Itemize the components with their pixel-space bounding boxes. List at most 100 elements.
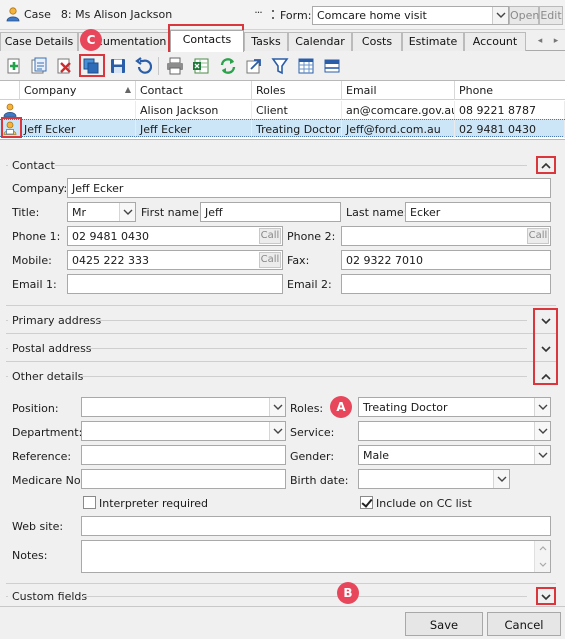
position-select[interactable]: [81, 397, 286, 417]
tab-account[interactable]: Account: [464, 32, 526, 51]
group-line: [6, 583, 556, 584]
section-title-postal-address[interactable]: Postal address: [12, 342, 92, 355]
cancel-button[interactable]: Cancel: [487, 612, 561, 636]
save-icon[interactable]: [109, 57, 127, 75]
email1-label: Email 1:: [12, 278, 57, 291]
case-title: Case 8: Ms Alison Jackson: [24, 8, 172, 21]
roles-select[interactable]: Treating Doctor: [358, 397, 551, 417]
phone1-call-button[interactable]: Call: [259, 228, 281, 244]
mobile-value: 0425 222 333: [72, 254, 149, 267]
gender-select[interactable]: Male: [358, 445, 551, 465]
group-line: [6, 320, 8, 321]
phone2-call-button[interactable]: Call: [527, 228, 549, 244]
expand-primary-address-chevron-down-icon[interactable]: [539, 314, 553, 328]
chevron-down-icon[interactable]: [269, 398, 285, 416]
service-select[interactable]: [358, 421, 551, 441]
department-label: Department:: [12, 426, 83, 439]
phone2-label: Phone 2:: [287, 230, 336, 243]
interpreter-checkbox[interactable]: [83, 496, 96, 509]
phone1-field[interactable]: 02 9481 0430 Call: [67, 226, 283, 246]
chevron-down-icon[interactable]: [534, 398, 550, 416]
save-button[interactable]: Save: [405, 612, 483, 636]
export-icon[interactable]: [245, 57, 263, 75]
layout-icon[interactable]: [323, 57, 341, 75]
chevron-down-icon[interactable]: [534, 446, 550, 464]
reference-field[interactable]: [81, 445, 286, 465]
title-label: Title:: [12, 206, 40, 219]
form-open-button[interactable]: Open: [509, 6, 539, 25]
chevron-down-icon[interactable]: [492, 7, 508, 24]
department-select[interactable]: [81, 421, 286, 441]
section-title-custom-fields[interactable]: Custom fields: [12, 590, 87, 603]
refresh-icon[interactable]: [219, 57, 237, 75]
grid-header-contact[interactable]: Contact: [136, 81, 252, 100]
first-name-field[interactable]: Jeff: [200, 202, 341, 222]
expand-custom-fields-chevron-down-icon[interactable]: [539, 590, 553, 604]
add-contact-icon[interactable]: [5, 57, 23, 75]
medicare-field[interactable]: [81, 469, 286, 489]
title-select[interactable]: Mr: [67, 202, 136, 222]
tab-estimate[interactable]: Estimate: [402, 32, 464, 51]
grid-header-email[interactable]: Email: [342, 81, 455, 100]
delete-contact-icon[interactable]: [55, 57, 73, 75]
chevron-down-icon[interactable]: [269, 422, 285, 440]
last-name-field[interactable]: Ecker: [405, 202, 551, 222]
collapse-other-details-chevron-up-icon[interactable]: [539, 370, 553, 384]
grid-header-phone[interactable]: Phone: [455, 81, 565, 100]
section-title-primary-address[interactable]: Primary address: [12, 314, 101, 327]
tab-case-details[interactable]: Case Details: [0, 32, 78, 51]
tab-calendar[interactable]: Calendar: [288, 32, 352, 51]
tab-scroll-right-icon[interactable]: ▸: [549, 32, 563, 51]
edit-contact-icon[interactable]: [30, 57, 48, 75]
email1-field[interactable]: [67, 274, 283, 294]
sort-ascending-icon: ▲: [124, 85, 131, 94]
grid-header-roles[interactable]: Roles: [252, 81, 342, 100]
cell-phone: 08 9221 8787: [455, 101, 565, 119]
case-person-icon: [6, 7, 20, 22]
person-icon: [3, 103, 17, 117]
expand-postal-address-chevron-down-icon[interactable]: [539, 342, 553, 356]
contacts-grid: Company ▲ Contact Roles Email Phone Alis…: [0, 80, 565, 140]
tab-tasks[interactable]: Tasks: [244, 32, 288, 51]
reference-label: Reference:: [12, 450, 72, 463]
collapse-contact-chevron-up-icon[interactable]: [539, 159, 553, 173]
copy-contact-icon[interactable]: [82, 57, 100, 75]
export-excel-icon[interactable]: [192, 57, 210, 75]
chevron-down-icon[interactable]: [493, 470, 509, 488]
form-edit-button[interactable]: Edit: [539, 6, 563, 25]
mobile-field[interactable]: 0425 222 333 Call: [67, 250, 283, 270]
undo-icon[interactable]: [134, 57, 152, 75]
column-chooser-icon[interactable]: [297, 57, 315, 75]
table-row[interactable]: Alison Jackson Client an@comcare.gov.au …: [0, 101, 565, 119]
chevron-down-icon[interactable]: [534, 422, 550, 440]
group-line: [6, 305, 556, 306]
website-field[interactable]: [81, 516, 551, 536]
more-options-button[interactable]: ···: [250, 7, 266, 23]
notes-textarea[interactable]: [81, 540, 551, 573]
tab-costs[interactable]: Costs: [352, 32, 402, 51]
mobile-label: Mobile:: [12, 254, 52, 267]
company-field[interactable]: Jeff Ecker: [67, 178, 551, 198]
tab-contacts[interactable]: Contacts: [170, 30, 244, 52]
notes-scrollbar[interactable]: [534, 541, 550, 572]
form-select[interactable]: Comcare home visit: [312, 6, 509, 25]
print-icon[interactable]: [166, 57, 184, 75]
cc-list-checkbox[interactable]: [360, 496, 373, 509]
phone2-field[interactable]: Call: [341, 226, 551, 246]
email2-field[interactable]: [341, 274, 551, 294]
title-select-value: Mr: [72, 206, 87, 219]
medicare-label: Medicare No:: [12, 474, 85, 487]
callout-c: C: [80, 29, 102, 51]
interpreter-label: Interpreter required: [99, 497, 209, 510]
grid-header-company[interactable]: Company ▲: [20, 81, 136, 100]
tab-scroll-left-icon[interactable]: ◂: [533, 32, 547, 51]
mobile-call-button[interactable]: Call: [259, 252, 281, 268]
fax-field[interactable]: 02 9322 7010: [341, 250, 551, 270]
table-row-selected[interactable]: Jeff Ecker Jeff Ecker Treating Doctor Je…: [0, 119, 565, 138]
chevron-down-icon[interactable]: [119, 203, 135, 221]
grid-header-company-label: Company: [24, 84, 77, 97]
filter-icon[interactable]: [271, 57, 289, 75]
title-bar: Case 8: Ms Alison Jackson ··· Form: Comca…: [0, 0, 565, 30]
group-line: [80, 376, 527, 377]
birth-date-picker[interactable]: [358, 469, 510, 489]
